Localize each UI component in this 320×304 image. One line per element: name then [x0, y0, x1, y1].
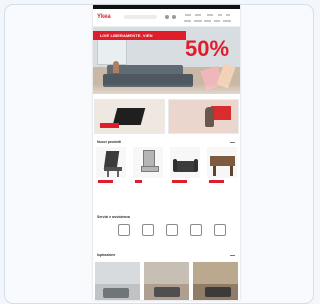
- site-header: Ykea: [93, 9, 240, 27]
- product-image-4: [207, 147, 237, 178]
- products-section-arrow[interactable]: [230, 142, 235, 143]
- service-item-5[interactable]: [208, 223, 232, 247]
- promo-card-left[interactable]: [94, 99, 165, 134]
- inspiration-card-2[interactable]: [144, 262, 189, 300]
- hero-banner[interactable]: LIVE LIBERAMENTE. VIEN 50%: [93, 27, 240, 94]
- inspiration-wall-1: [95, 262, 140, 284]
- table-leg-left: [213, 166, 216, 176]
- product-badge-2: [135, 180, 142, 183]
- promo-red-tag-right: [211, 106, 231, 120]
- services-row: [95, 223, 237, 248]
- home-icon: [118, 224, 130, 236]
- header-link-4[interactable]: [218, 14, 222, 16]
- promo-figure: [205, 107, 214, 127]
- header-link-3[interactable]: [207, 14, 213, 16]
- chair-leg-right: [117, 171, 119, 177]
- product-name-3: [173, 186, 199, 189]
- header-link-1[interactable]: [185, 14, 191, 16]
- inspiration-card-3[interactable]: [193, 262, 238, 300]
- product-badge-1: [98, 180, 113, 183]
- promo-card-right[interactable]: [168, 99, 239, 134]
- promo-red-tag-left: [100, 123, 119, 128]
- product-card-2[interactable]: [131, 147, 165, 205]
- chair-seat-icon-2: [141, 166, 159, 172]
- header-link-5[interactable]: [226, 14, 230, 16]
- hero-fade: [93, 84, 240, 94]
- product-image-3: [170, 147, 200, 178]
- service-item-3[interactable]: [160, 223, 184, 247]
- service-item-1[interactable]: [112, 223, 136, 247]
- mobile-page: Ykea LIVE LIBERAMENTE. VIEN 50% Nuovi pr…: [93, 5, 240, 300]
- chat-icon: [142, 224, 154, 236]
- truck-icon: [190, 224, 202, 236]
- inspiration-section-arrow[interactable]: [230, 255, 235, 256]
- inspiration-section-title: Ispirazione: [97, 253, 116, 257]
- hero-discount: 50%: [185, 36, 230, 61]
- header-sub-link-1[interactable]: [184, 20, 191, 22]
- product-image-2: [133, 147, 163, 178]
- header-sub-link-2[interactable]: [194, 20, 202, 22]
- product-card-1[interactable]: [94, 147, 128, 205]
- service-item-2[interactable]: [136, 223, 160, 247]
- table-icon: [210, 156, 235, 166]
- product-card-3[interactable]: [168, 147, 202, 205]
- inspiration-sofa-2: [154, 287, 180, 297]
- inspiration-sofa-3: [205, 287, 231, 297]
- header-link-2[interactable]: [195, 14, 201, 16]
- products-section-title: Nuovi prodotti: [97, 140, 121, 144]
- product-name-4: [210, 186, 236, 189]
- search-field[interactable]: [124, 15, 157, 19]
- chair-leg-left: [107, 171, 109, 177]
- user-icon[interactable]: [172, 15, 176, 19]
- table-leg-right: [230, 166, 233, 176]
- inspiration-wall-2: [144, 262, 189, 284]
- brand-logo[interactable]: Ykea: [97, 14, 111, 20]
- hero-person: [113, 61, 119, 73]
- service-item-4[interactable]: [184, 223, 208, 247]
- sofa-arm-right: [194, 159, 198, 172]
- product-name-1: [99, 186, 125, 189]
- header-sub-link-5[interactable]: [223, 20, 231, 22]
- product-badge-3: [172, 180, 187, 183]
- tools-icon: [214, 224, 226, 236]
- support-icon: [166, 224, 178, 236]
- inspiration-card-1[interactable]: [95, 262, 140, 300]
- product-badge-4: [209, 180, 224, 183]
- services-section-title: Servizi e assistenza: [97, 215, 130, 219]
- hero-banner-text: LIVE LIBERAMENTE. VIEN: [100, 33, 153, 38]
- inspiration-sofa-1: [103, 288, 129, 298]
- inspiration-wall-3: [193, 262, 238, 284]
- product-card-4[interactable]: [205, 147, 239, 205]
- header-sub-link-4[interactable]: [214, 20, 220, 22]
- sofa-arm-left: [173, 159, 177, 172]
- search-icon[interactable]: [165, 15, 169, 19]
- product-image-1: [96, 147, 126, 178]
- header-sub-link-3[interactable]: [204, 20, 211, 22]
- product-name-2: [136, 186, 162, 189]
